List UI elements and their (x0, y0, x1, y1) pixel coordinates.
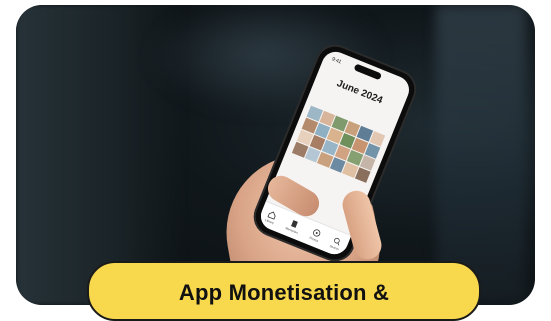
cta-button[interactable]: App Monetisation & (87, 261, 481, 321)
hero-image-card: 9:41 June 2024 Library Memories Photos S… (16, 5, 535, 305)
tab-search[interactable]: Search (329, 235, 343, 251)
tab-photos[interactable]: Photos (309, 227, 323, 243)
tab-library[interactable]: Library (265, 209, 278, 225)
tab-memories[interactable]: Memories (285, 217, 302, 234)
screen-title: June 2024 (335, 78, 385, 107)
photo-grid (291, 105, 386, 183)
status-time: 9:41 (330, 56, 343, 66)
cta-label: App Monetisation & (178, 280, 390, 305)
background-blur-pillar (436, 5, 526, 305)
phone-notch (353, 63, 383, 81)
